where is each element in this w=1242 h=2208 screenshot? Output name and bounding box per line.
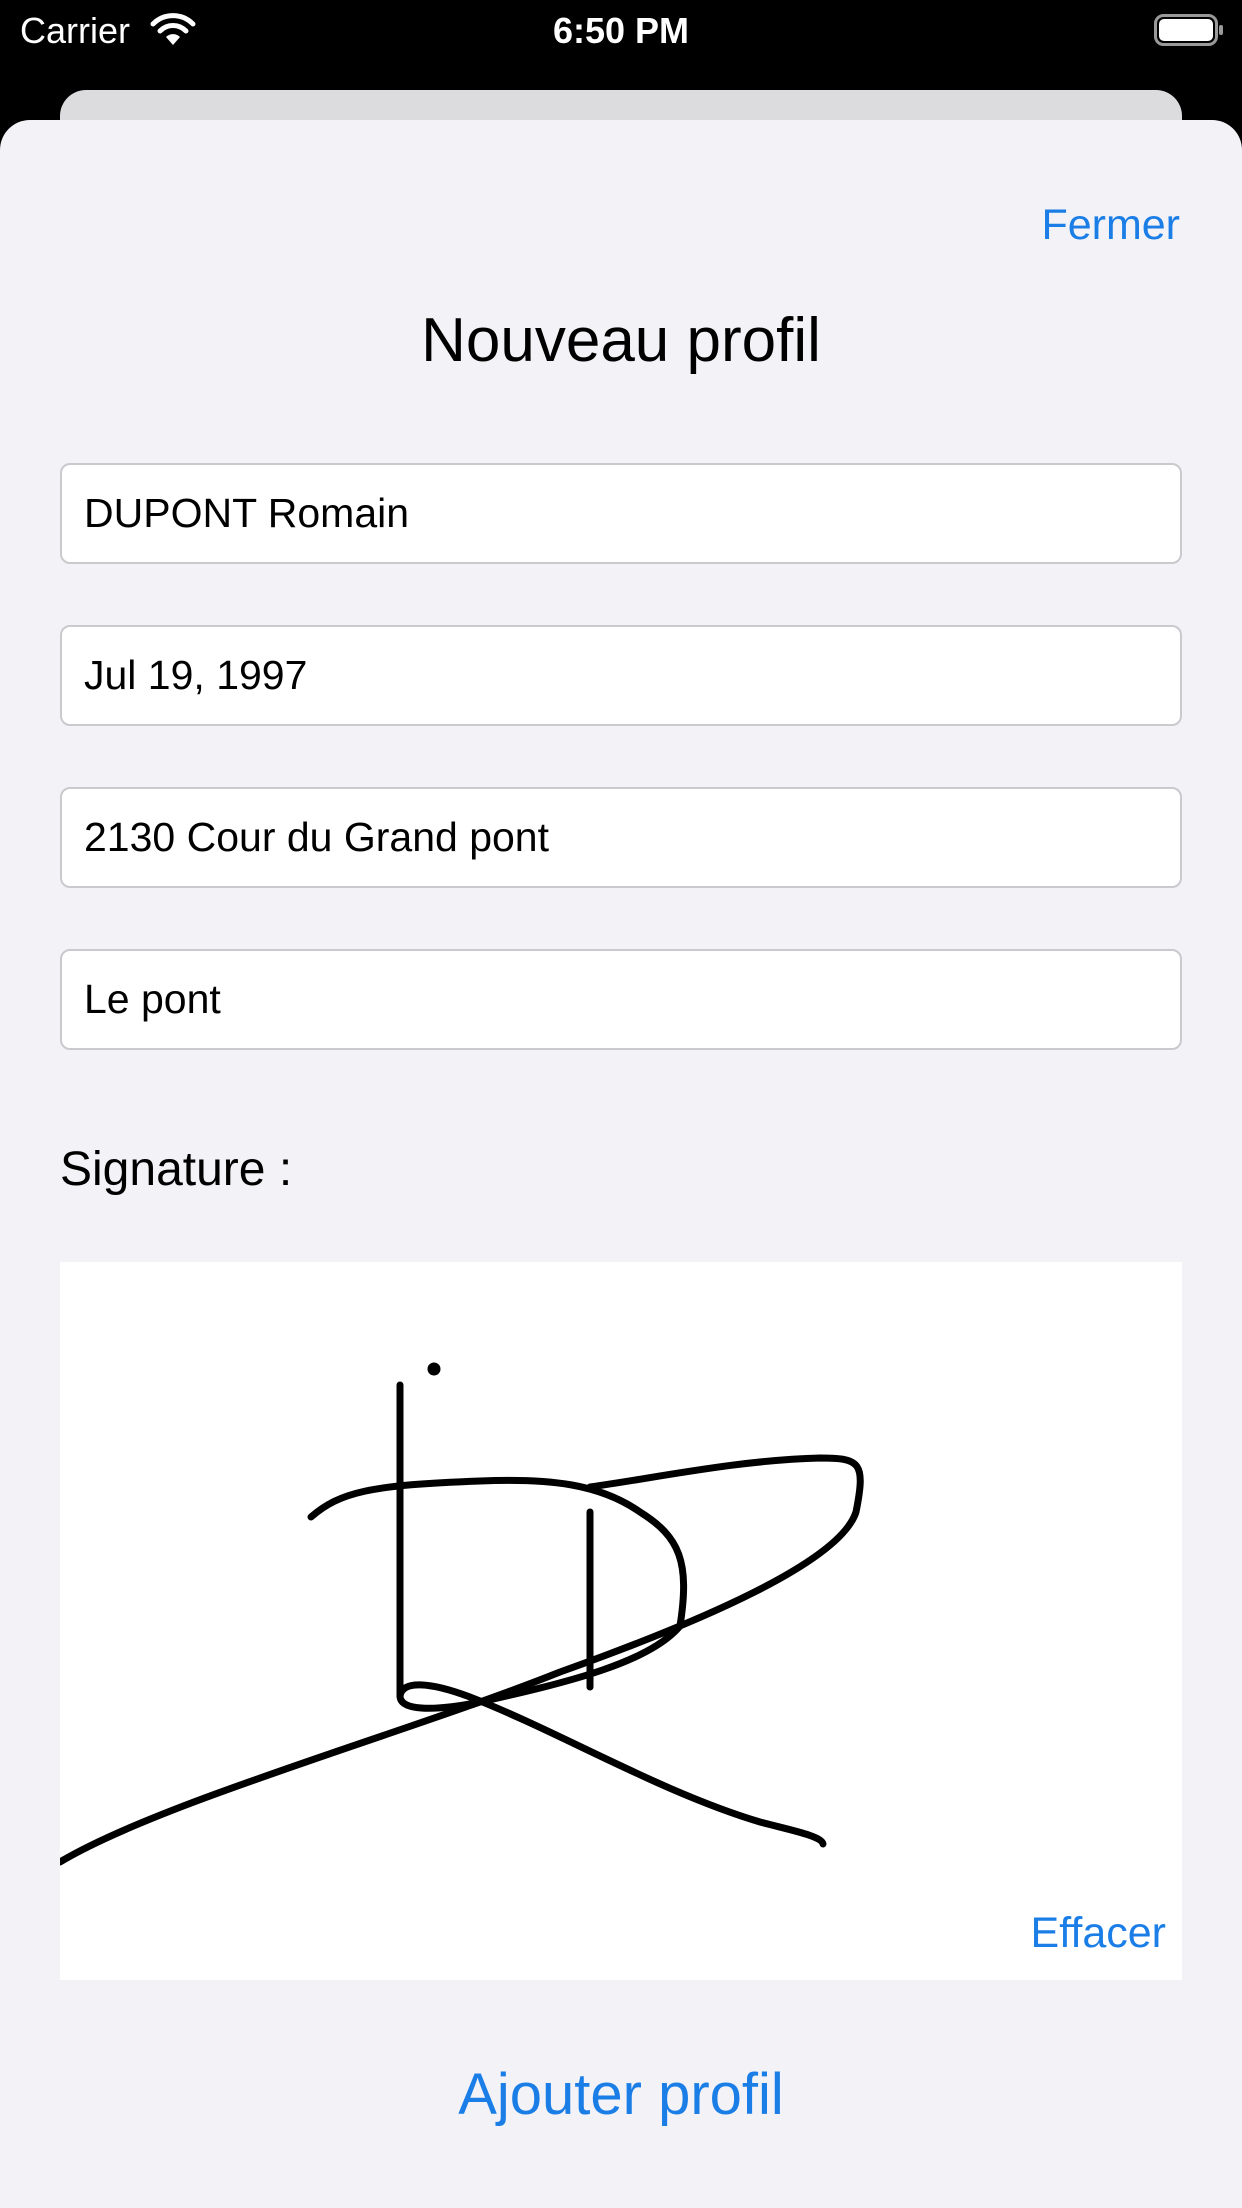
signature-drawing [60,1362,864,1866]
status-time: 6:50 PM [552,10,690,51]
birth-date-field-container [60,625,1182,726]
status-bar: Carrier 6:50 PM [0,0,1242,62]
signature-label: Signature : [60,1143,293,1196]
address-field-container [60,787,1182,888]
add-profile-button[interactable]: Ajouter profil [0,2060,1242,2130]
battery-icon [1154,14,1224,46]
name-field-container [60,463,1182,564]
name-field[interactable] [62,465,1164,562]
page-title: Nouveau profil [421,306,821,375]
screen: Carrier 6:50 PM Fermer Nouveau profil DU… [0,0,1242,2208]
profile-sheet: Fermer Nouveau profil Signature : [0,120,1242,2208]
address-field[interactable] [62,789,1164,886]
close-button[interactable]: Fermer [1041,200,1180,250]
city-field-container [60,949,1182,1050]
city-field[interactable] [62,951,1164,1048]
birth-date-field[interactable] [62,627,1164,724]
clear-signature-button[interactable]: Effacer [1031,1908,1166,1958]
signature-pad[interactable]: Effacer [60,1262,1182,1980]
